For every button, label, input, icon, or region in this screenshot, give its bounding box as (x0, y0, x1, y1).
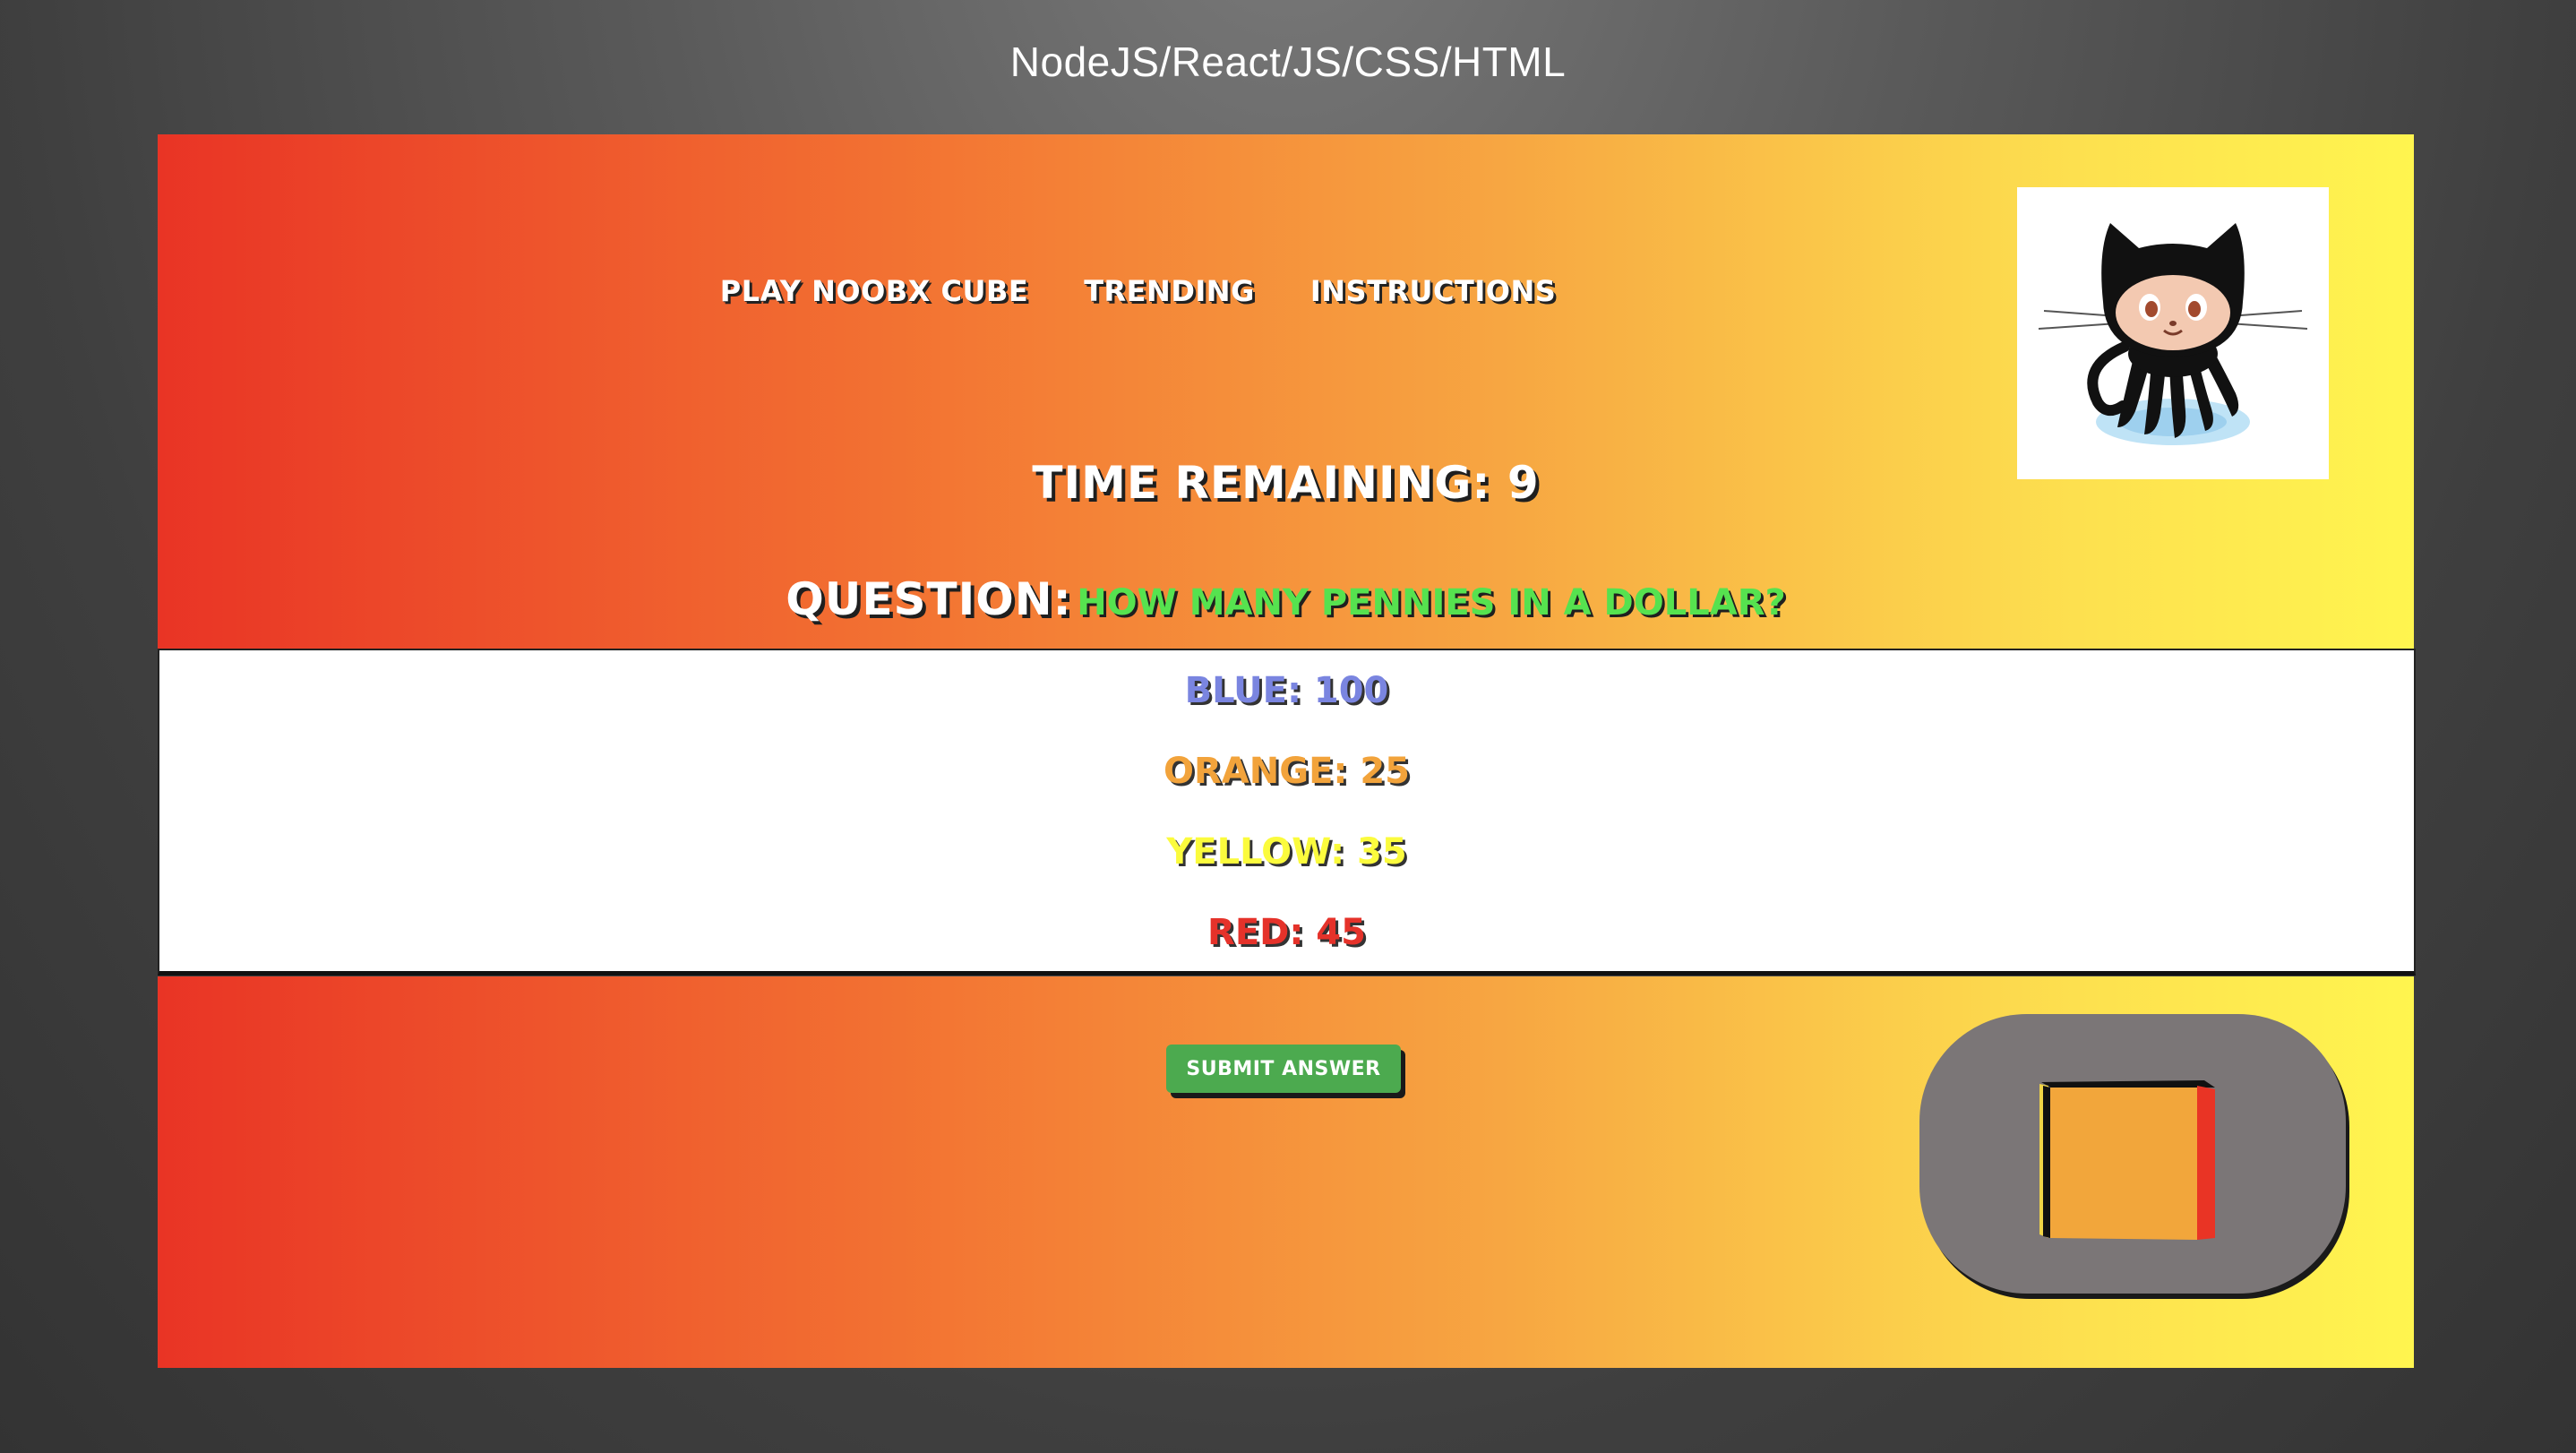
cube-stage (1919, 1014, 2346, 1294)
question: Question: How many pennies in a dollar? (158, 573, 2414, 625)
answer-orange[interactable]: Orange: 25 (159, 751, 2414, 792)
game-panel: Submit Answer (158, 976, 2414, 1368)
answer-red[interactable]: Red: 45 (159, 912, 2414, 953)
question-label: Question: (786, 573, 1072, 625)
answer-yellow[interactable]: Yellow: 35 (159, 831, 2414, 873)
submit-answer-button[interactable]: Submit Answer (1166, 1045, 1401, 1093)
page-title: NodeJS/React/JS/CSS/HTML (1009, 39, 1567, 85)
nav-instructions[interactable]: Instructions (1310, 274, 1556, 308)
answers-panel: Blue: 100 Orange: 25 Yellow: 35 Red: 45 (158, 649, 2416, 976)
answer-blue[interactable]: Blue: 100 (159, 670, 2414, 711)
cube-icon (2039, 1080, 2215, 1240)
header-panel: Play Noobx Cube Trending Instructions (158, 134, 2414, 649)
time-remaining: Time Remaining: 9 (1032, 457, 1540, 509)
question-text: How many pennies in a dollar? (1077, 582, 1786, 623)
avatar[interactable] (2017, 187, 2329, 479)
octocat-icon (2038, 223, 2308, 445)
nav-trending[interactable]: Trending (1084, 274, 1255, 308)
nav-play-noobx-cube[interactable]: Play Noobx Cube (720, 274, 1028, 308)
